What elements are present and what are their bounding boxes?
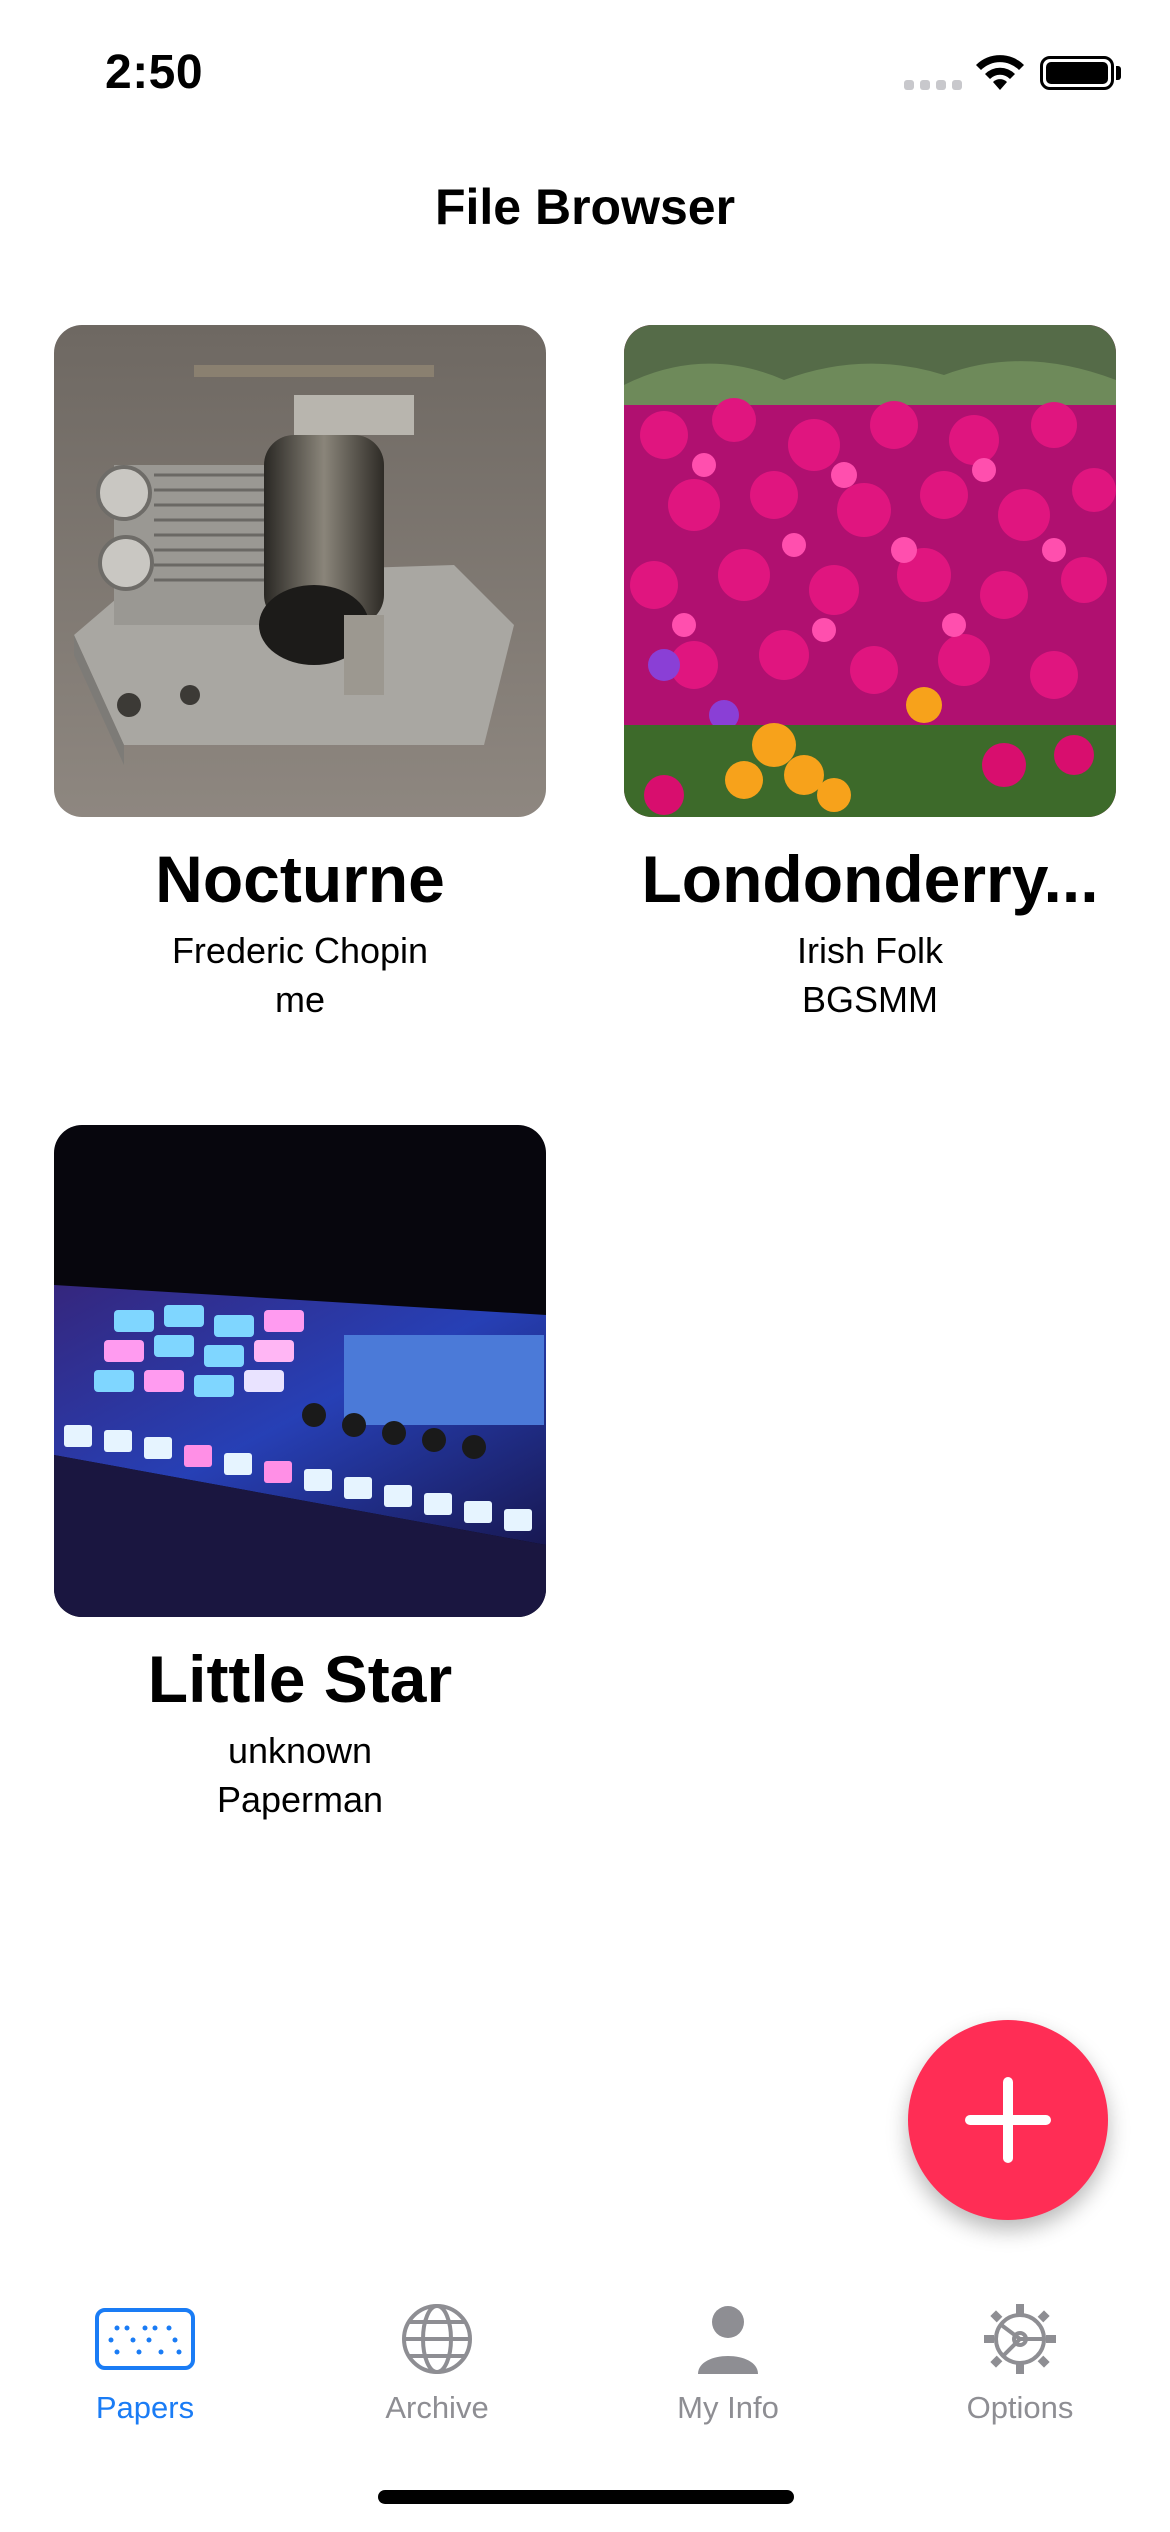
magenta-flowers-photo[interactable] bbox=[624, 325, 1116, 817]
tab-my-info[interactable]: My Info bbox=[598, 2302, 858, 2426]
plus-icon bbox=[965, 2077, 1051, 2163]
wifi-icon bbox=[976, 55, 1024, 90]
paper-title: Little Star bbox=[147, 1643, 453, 1716]
paper-author: BGSMM bbox=[801, 978, 938, 1020]
paper-card-little-star[interactable]: Little Star unknown Paperman bbox=[54, 1125, 546, 1824]
add-paper-button[interactable] bbox=[908, 2020, 1108, 2220]
paper-composer: Irish Folk bbox=[796, 929, 944, 971]
paper-title: Londonderry... bbox=[641, 843, 1099, 916]
status-time: 2:50 bbox=[105, 46, 204, 99]
cellular-signal-icon bbox=[904, 80, 962, 90]
tab-label: Options bbox=[966, 2390, 1074, 2425]
home-indicator[interactable] bbox=[378, 2490, 794, 2504]
globe-icon bbox=[402, 2304, 472, 2374]
tab-label: My Info bbox=[677, 2390, 779, 2425]
page-title: File Browser bbox=[434, 179, 736, 235]
paper-composer: unknown bbox=[227, 1729, 373, 1771]
gear-icon bbox=[984, 2304, 1056, 2374]
paper-composer: Frederic Chopin bbox=[171, 929, 429, 971]
tab-papers[interactable]: Papers bbox=[15, 2302, 275, 2426]
tab-archive[interactable]: Archive bbox=[307, 2302, 567, 2426]
drum-pad-controller-photo[interactable] bbox=[54, 1125, 546, 1617]
paper-author: me bbox=[274, 978, 325, 1020]
paper-author: Paperman bbox=[216, 1778, 384, 1820]
tab-label: Papers bbox=[95, 2390, 195, 2425]
paper-card-nocturne[interactable]: Nocturne Frederic Chopin me bbox=[54, 325, 546, 1024]
person-icon bbox=[698, 2306, 758, 2374]
music-box-photo[interactable] bbox=[54, 325, 546, 817]
paper-title: Nocturne bbox=[155, 843, 445, 916]
paper-card-londonderry[interactable]: Londonderry... Irish Folk BGSMM bbox=[624, 325, 1116, 1024]
tab-label: Archive bbox=[385, 2390, 489, 2425]
status-bar: 2:50 bbox=[0, 0, 1170, 150]
tab-options[interactable]: Options bbox=[890, 2302, 1150, 2426]
papers-icon bbox=[95, 2308, 195, 2370]
battery-icon bbox=[1040, 56, 1114, 90]
